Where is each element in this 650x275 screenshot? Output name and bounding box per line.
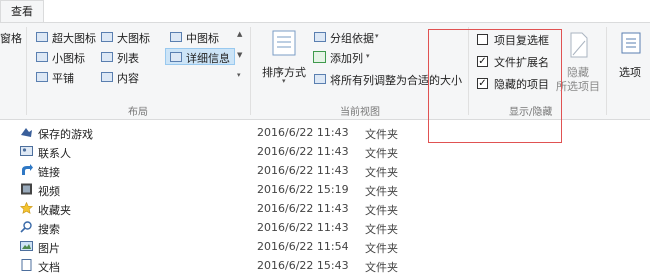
- separator: [606, 27, 607, 115]
- sort-by-icon: [272, 30, 296, 56]
- extra-large-icons-icon: [36, 32, 48, 42]
- favorites-icon: [20, 202, 33, 214]
- file-type: 文件夹: [365, 128, 398, 141]
- file-type: 文件夹: [365, 166, 398, 179]
- add-column-icon: [313, 51, 326, 63]
- list-item[interactable]: 链接 2016/6/22 11:43 文件夹: [0, 161, 650, 180]
- list-item[interactable]: 文档 2016/6/22 15:43 文件夹: [0, 256, 650, 275]
- list-icon: [101, 52, 113, 62]
- file-date: 2016/6/22 11:43: [257, 202, 349, 215]
- file-name: 链接: [38, 166, 60, 179]
- layout-group-label: 布局: [128, 107, 148, 118]
- layout-large-icons[interactable]: 大图标: [117, 30, 150, 46]
- list-item[interactable]: 搜索 2016/6/22 11:43 文件夹: [0, 218, 650, 237]
- file-type: 文件夹: [365, 204, 398, 217]
- list-item[interactable]: 保存的游戏 2016/6/22 11:43 文件夹: [0, 123, 650, 142]
- layout-extra-large-icons[interactable]: 超大图标: [52, 30, 96, 46]
- file-date: 2016/6/22 15:43: [257, 259, 349, 272]
- medium-icons-icon: [170, 32, 182, 42]
- layout-list[interactable]: 列表: [117, 50, 139, 66]
- file-type: 文件夹: [365, 223, 398, 236]
- current-view-group-label: 当前视图: [340, 107, 380, 118]
- tiles-icon: [36, 72, 48, 82]
- hide-selected-items-icon: [570, 32, 588, 58]
- searches-icon: [20, 221, 32, 233]
- gallery-up-arrow-icon[interactable]: ▲: [237, 30, 242, 38]
- layout-small-icons[interactable]: 小图标: [52, 50, 85, 66]
- file-type: 文件夹: [365, 185, 398, 198]
- layout-content[interactable]: 内容: [117, 70, 139, 86]
- saved-games-icon: [21, 128, 32, 137]
- list-item[interactable]: 联系人 2016/6/22 11:43 文件夹: [0, 142, 650, 161]
- links-icon: [22, 164, 33, 175]
- separator: [26, 27, 27, 115]
- file-name: 图片: [38, 242, 60, 255]
- large-icons-icon: [101, 32, 113, 42]
- videos-icon: [21, 183, 32, 195]
- group-by-button[interactable]: 分组依据: [330, 30, 374, 46]
- list-item[interactable]: 视频 2016/6/22 15:19 文件夹: [0, 180, 650, 199]
- file-date: 2016/6/22 11:43: [257, 145, 349, 158]
- list-item[interactable]: 图片 2016/6/22 11:54 文件夹: [0, 237, 650, 256]
- file-type: 文件夹: [365, 242, 398, 255]
- fit-columns-icon: [314, 74, 326, 84]
- layout-details[interactable]: 详细信息: [186, 50, 230, 66]
- file-date: 2016/6/22 11:43: [257, 221, 349, 234]
- options-icon: [621, 32, 641, 54]
- file-date: 2016/6/22 15:19: [257, 183, 349, 196]
- contacts-icon: [20, 146, 33, 156]
- file-name: 收藏夹: [38, 204, 71, 217]
- file-name: 视频: [38, 185, 60, 198]
- ribbon-tab-bar: 查看: [0, 0, 650, 23]
- tab-view[interactable]: 查看: [0, 0, 44, 22]
- sort-dropdown-icon[interactable]: ▾: [282, 77, 286, 85]
- file-date: 2016/6/22 11:43: [257, 126, 349, 139]
- file-name: 搜索: [38, 223, 60, 236]
- small-icons-icon: [36, 52, 48, 62]
- file-date: 2016/6/22 11:43: [257, 164, 349, 177]
- file-date: 2016/6/22 11:54: [257, 240, 349, 253]
- file-name: 联系人: [38, 147, 71, 160]
- content-icon: [101, 72, 113, 82]
- options-button[interactable]: 选项: [619, 64, 641, 80]
- gallery-expand-icon[interactable]: ▾: [237, 71, 241, 79]
- list-item[interactable]: 收藏夹 2016/6/22 11:43 文件夹: [0, 199, 650, 218]
- separator: [250, 27, 251, 115]
- details-icon: [170, 52, 182, 62]
- group-by-icon: [314, 32, 326, 42]
- group-by-dropdown-icon[interactable]: ▾: [375, 32, 379, 40]
- file-name: 文档: [38, 261, 60, 274]
- hide-selected-line2[interactable]: 所选项目: [556, 78, 600, 94]
- pictures-icon: [20, 241, 33, 251]
- file-type: 文件夹: [365, 261, 398, 274]
- gallery-down-arrow-icon[interactable]: ▼: [237, 51, 242, 59]
- layout-tiles[interactable]: 平铺: [52, 70, 74, 86]
- pane-label-cut[interactable]: 窗格: [0, 30, 22, 46]
- file-type: 文件夹: [365, 147, 398, 160]
- layout-medium-icons[interactable]: 中图标: [186, 30, 219, 46]
- add-column-dropdown-icon[interactable]: ▾: [366, 52, 370, 60]
- add-column-button[interactable]: 添加列: [330, 50, 363, 66]
- file-name: 保存的游戏: [38, 128, 93, 141]
- documents-icon: [21, 259, 32, 271]
